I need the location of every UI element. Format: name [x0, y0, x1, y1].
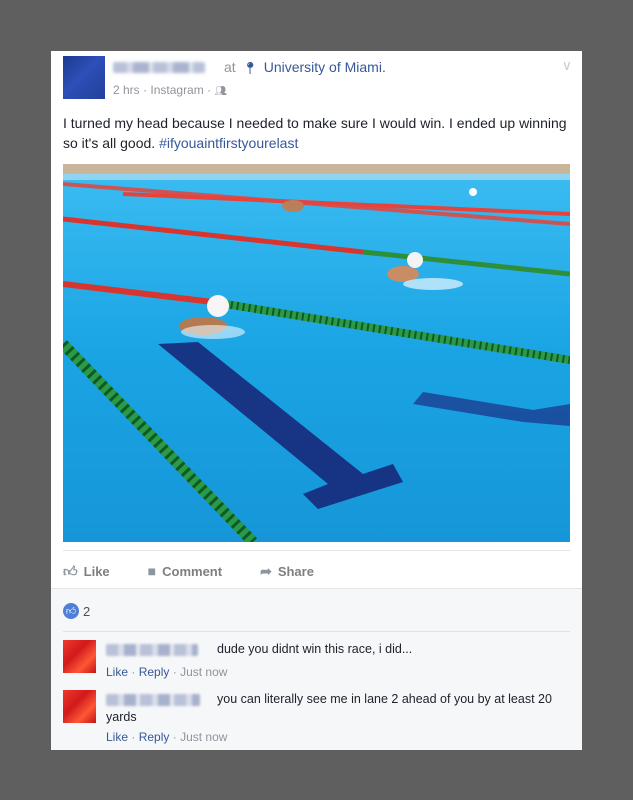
comment-icon: ■ — [147, 563, 157, 579]
share-icon: ➦ — [260, 562, 272, 579]
commenter-avatar[interactable] — [63, 690, 96, 723]
action-bar: 👍︎ Like ■ Comment ➦ Share — [63, 559, 570, 583]
like-button[interactable]: 👍︎ Like — [63, 563, 110, 580]
commenter-avatar[interactable] — [63, 640, 96, 673]
post-card: at 📍︎ University of Miami. 2 hrs · Insta… — [51, 51, 582, 750]
comment-like-link[interactable]: Like — [106, 730, 128, 744]
comment-like-link[interactable]: Like — [106, 665, 128, 679]
comments-divider — [63, 631, 570, 632]
separator: · — [131, 730, 139, 744]
reaction-count: 2 — [83, 603, 91, 619]
post-time[interactable]: 2 hrs — [113, 83, 140, 97]
like-label: Like — [83, 563, 110, 579]
comment-text: dude you didnt win this race, i did... — [217, 642, 413, 656]
checkin-line: at 📍︎ University of Miami. — [224, 59, 386, 75]
share-button[interactable]: ➦ Share — [260, 563, 314, 580]
like-reaction-icon: 👍︎ — [63, 603, 79, 619]
location-link[interactable]: University of Miami. — [264, 59, 386, 75]
comment-button[interactable]: ■ Comment — [148, 563, 222, 579]
comments-section: 👍︎ 2 dude you didnt win this race, i did… — [51, 588, 582, 750]
comment-time[interactable]: Just now — [180, 730, 227, 744]
comment-item: dude you didnt win this race, i did... L… — [63, 640, 570, 690]
post-status-text: I turned my head because I needed to mak… — [63, 113, 568, 153]
separator: · — [131, 665, 139, 679]
status-body: I turned my head because I needed to mak… — [63, 115, 567, 151]
thumbs-up-icon: 👍︎ — [63, 562, 78, 579]
chevron-down-icon[interactable]: ∨ — [562, 57, 572, 74]
friends-icon[interactable]: 👥︎ — [214, 86, 227, 97]
swimming-pool-photo — [63, 164, 570, 542]
separator: · — [172, 665, 181, 679]
at-prefix: at — [224, 59, 236, 75]
comment-actions: Like · Reply · Just now — [106, 665, 227, 679]
comment-reply-link[interactable]: Reply — [139, 665, 170, 679]
comment-item: you can literally see me in lane 2 ahead… — [63, 690, 570, 750]
post-source[interactable]: Instagram — [150, 83, 203, 97]
location-pin-icon: 📍︎ — [242, 61, 258, 75]
share-label: Share — [277, 563, 314, 579]
poster-avatar[interactable] — [63, 56, 105, 99]
post-photo[interactable] — [63, 164, 570, 542]
separator: · — [172, 730, 181, 744]
photo-divider — [63, 550, 570, 551]
poster-name-redacted[interactable] — [113, 62, 205, 73]
comment-time[interactable]: Just now — [180, 665, 227, 679]
hashtag-link[interactable]: #ifyouaintfirstyourelast — [159, 135, 298, 151]
post-meta: 2 hrs · Instagram · 👥︎ — [113, 83, 227, 97]
reactions-summary[interactable]: 👍︎ 2 — [63, 603, 90, 619]
comment-reply-link[interactable]: Reply — [139, 730, 170, 744]
comment-actions: Like · Reply · Just now — [106, 730, 227, 744]
comment-label: Comment — [162, 563, 223, 579]
comment-text: you can literally see me in lane 2 ahead… — [106, 692, 552, 724]
